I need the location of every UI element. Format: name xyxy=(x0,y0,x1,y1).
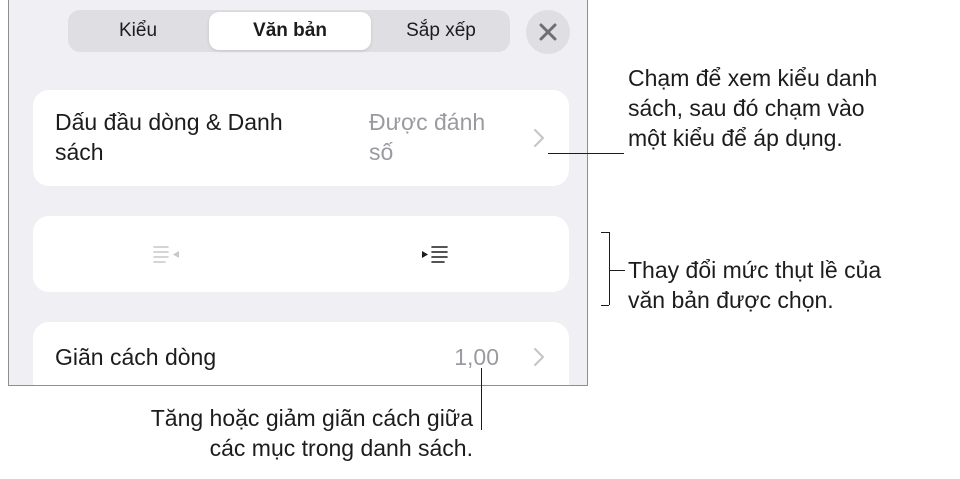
indent-callout-text: Thay đổi mức thụt lề của văn bản được ch… xyxy=(628,257,882,313)
line-spacing-label: Giãn cách dòng xyxy=(55,344,217,370)
chevron-right-icon xyxy=(534,129,544,147)
indent-callout-leader xyxy=(609,270,625,271)
tab-text[interactable]: Văn bản xyxy=(209,12,371,50)
spacing-callout-text: Tăng hoặc giảm giãn cách giữa các mục tr… xyxy=(150,405,473,461)
tab-arrange[interactable]: Sắp xếp xyxy=(374,12,508,50)
bullets-and-lists-value: Được đánh số xyxy=(369,109,486,165)
bullets-and-lists-label: Dấu đầu dòng & Danh sách xyxy=(55,109,283,165)
bullets-and-lists-row[interactable]: Dấu đầu dòng & Danh sách Được đánh số xyxy=(33,90,569,186)
close-button[interactable] xyxy=(526,10,570,54)
bullets-callout-leader xyxy=(548,153,624,154)
indent-bracket-top xyxy=(601,232,609,233)
close-icon xyxy=(539,23,557,41)
line-spacing-row[interactable]: Giãn cách dòng 1,00 xyxy=(33,322,569,385)
line-spacing-value: 1,00 xyxy=(454,344,499,370)
chevron-right-icon xyxy=(534,348,544,366)
format-panel: Kiểu Văn bản Sắp xếp Dấu đầu dòng & Danh… xyxy=(8,0,588,386)
increase-indent-button[interactable] xyxy=(301,216,569,292)
format-segmented-control: Kiểu Văn bản Sắp xếp xyxy=(68,10,510,52)
decrease-indent-icon xyxy=(153,246,179,263)
indent-bracket-vertical xyxy=(609,232,610,305)
spacing-callout-leader xyxy=(481,368,482,430)
indent-controls-row xyxy=(33,216,569,292)
decrease-indent-button[interactable] xyxy=(33,216,301,292)
increase-indent-icon xyxy=(422,246,448,263)
indent-bracket-bottom xyxy=(601,305,609,306)
tab-style[interactable]: Kiểu xyxy=(70,12,206,50)
bullets-callout-text: Chạm để xem kiểu danh sách, sau đó chạm … xyxy=(628,65,878,151)
